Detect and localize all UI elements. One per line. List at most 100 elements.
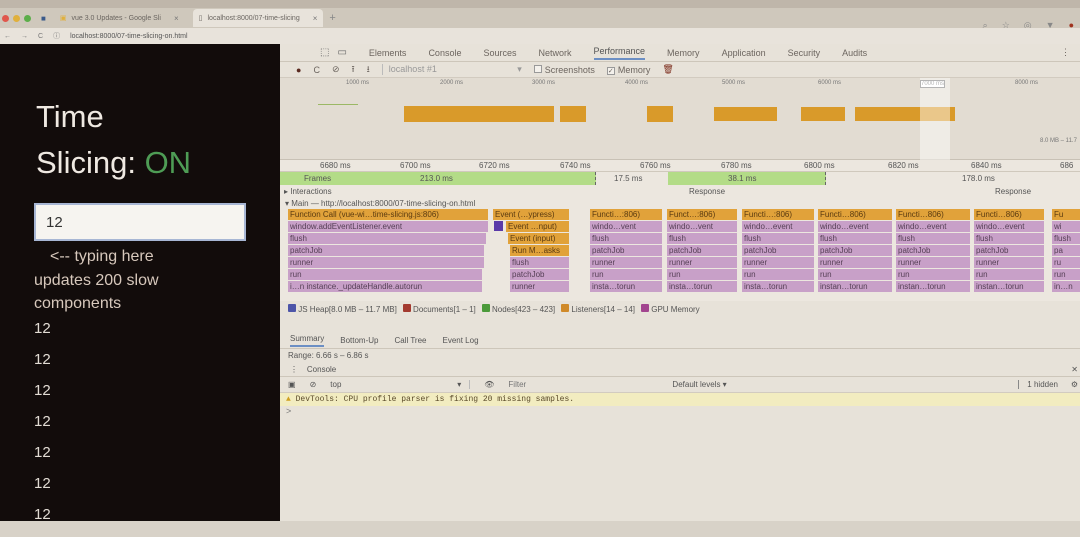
flame-entry[interactable]: flush (667, 233, 737, 244)
flame-entry[interactable]: windo…event (974, 221, 1044, 232)
flame-entry[interactable]: i…n instance._updateHandle.autorun (288, 281, 482, 292)
flame-entry[interactable]: runner (288, 257, 484, 268)
browser-tab-localhost[interactable]: ▯ localhost:8000/07-time-slicing × (192, 9, 324, 27)
profile-select[interactable]: localhost #1 ▾ (381, 64, 522, 75)
extension-icon[interactable]: ■ (41, 14, 46, 23)
tab-call-tree[interactable]: Call Tree (394, 336, 426, 345)
tab-event-log[interactable]: Event Log (442, 336, 478, 345)
flame-entry[interactable]: patchJob (288, 245, 484, 256)
tab-bottom-up[interactable]: Bottom-Up (340, 336, 378, 345)
flame-entry[interactable]: window.addEventListener.event (288, 221, 488, 232)
flame-entry[interactable]: patchJob (510, 269, 569, 280)
flame-entry[interactable]: instan…torun (818, 281, 892, 292)
flame-entry[interactable]: Function Call (vue-wi…time-slicing.js:80… (288, 209, 488, 220)
tab-elements[interactable]: Elements (369, 48, 407, 58)
interactions-track[interactable]: ▸ Interactions Response Response (280, 185, 1080, 199)
flame-entry[interactable]: ru (1052, 257, 1080, 268)
flame-entry[interactable]: flush (742, 233, 814, 244)
log-levels-select[interactable]: Default levels ▾ (672, 380, 726, 389)
live-expression-icon[interactable]: 👁 (484, 380, 494, 389)
record-button[interactable]: ● (296, 65, 301, 75)
flame-entry[interactable]: flush (510, 257, 569, 268)
flame-entry[interactable]: windo…event (742, 221, 814, 232)
device-toolbar-icon[interactable]: ▭ (337, 47, 346, 58)
minimize-window-button[interactable] (13, 14, 20, 22)
flame-entry[interactable]: flush (818, 233, 892, 244)
flame-entry[interactable]: Functi…806) (818, 209, 892, 220)
flame-entry[interactable]: flush (974, 233, 1044, 244)
clear-button[interactable]: ⊘ (332, 64, 340, 75)
flame-entry[interactable]: runner (510, 281, 569, 292)
flame-entry[interactable]: runner (974, 257, 1044, 268)
context-select[interactable]: top ▾ (330, 380, 471, 389)
flame-entry[interactable]: runner (742, 257, 814, 268)
typing-input[interactable] (34, 203, 246, 241)
more-options-icon[interactable]: ⋮ (1061, 47, 1070, 58)
main-thread-header[interactable]: ▾ Main — http://localhost:8000/07-time-s… (280, 199, 1080, 209)
flame-entry[interactable]: windo…event (896, 221, 970, 232)
timeline-overview[interactable]: 1000 ms 2000 ms 3000 ms 4000 ms 5000 ms … (280, 78, 1080, 160)
flame-entry[interactable]: Fu (1052, 209, 1080, 220)
flame-entry[interactable]: windo…vent (590, 221, 662, 232)
reload-icon[interactable]: C (38, 33, 43, 40)
flame-entry[interactable]: Functi…:806) (590, 209, 662, 220)
flame-entry[interactable]: Functi…806) (974, 209, 1044, 220)
flame-entry[interactable]: runner (896, 257, 970, 268)
counter-documents[interactable]: Documents[1 – 1] (402, 304, 476, 314)
flame-entry[interactable]: instan…torun (974, 281, 1044, 292)
close-tab-icon[interactable]: × (174, 14, 179, 23)
flame-entry[interactable]: flush (1052, 233, 1080, 244)
screenshots-checkbox[interactable]: Screenshots (533, 64, 595, 75)
flame-entry[interactable]: run (1052, 269, 1080, 280)
flame-entry[interactable]: instan…torun (896, 281, 970, 292)
save-profile-button[interactable]: ⭳ (367, 62, 370, 78)
flame-entry[interactable]: Run M…asks (510, 245, 569, 256)
tab-memory[interactable]: Memory (667, 48, 700, 58)
flame-entry[interactable]: run (896, 269, 970, 280)
flame-entry[interactable]: runner (667, 257, 737, 268)
console-filter-input[interactable] (508, 380, 659, 389)
flame-entry[interactable]: patchJob (818, 245, 892, 256)
forward-icon[interactable]: → (21, 33, 28, 40)
flame-entry[interactable]: Event (…ypress) (493, 209, 569, 220)
tab-summary[interactable]: Summary (290, 334, 325, 347)
tab-audits[interactable]: Audits (842, 48, 867, 58)
load-profile-button[interactable]: ⭱ (351, 62, 354, 78)
flame-entry[interactable]: Event (input) (508, 233, 569, 244)
close-drawer-icon[interactable]: ✕ (1071, 363, 1078, 377)
drawer-menu-icon[interactable]: ⋮ (290, 365, 298, 374)
flame-entry[interactable]: wi (1052, 221, 1080, 232)
flame-entry[interactable]: runner (590, 257, 662, 268)
tab-security[interactable]: Security (788, 48, 821, 58)
garbage-collect-icon[interactable]: 🗑 (662, 64, 673, 75)
flame-entry[interactable]: patchJob (974, 245, 1044, 256)
clear-console-icon[interactable]: ⊘ (310, 380, 317, 389)
flame-entry[interactable]: run (742, 269, 814, 280)
flame-entry[interactable]: in…n (1052, 281, 1080, 292)
frames-track[interactable]: Frames 213.0 ms 17.5 ms 38.1 ms 178.0 ms (280, 172, 1080, 185)
interactions-toggle[interactable]: ▸ Interactions (284, 187, 332, 196)
flame-entry[interactable]: Functi…:806) (742, 209, 814, 220)
console-prompt[interactable]: > (280, 406, 1080, 416)
flame-entry[interactable]: patchJob (590, 245, 662, 256)
tab-network[interactable]: Network (539, 48, 572, 58)
counter-js-heap[interactable]: JS Heap[8.0 MB – 11.7 MB] (288, 304, 397, 314)
reload-profile-button[interactable]: C (313, 65, 320, 75)
back-icon[interactable]: ← (4, 33, 11, 40)
flame-entry[interactable]: patchJob (742, 245, 814, 256)
tab-console[interactable]: Console (428, 48, 461, 58)
flame-entry[interactable]: insta…torun (742, 281, 814, 292)
flame-entry[interactable]: run (818, 269, 892, 280)
console-settings-icon[interactable]: ⚙ (1071, 380, 1078, 389)
flame-entry[interactable]: run (974, 269, 1044, 280)
flame-entry[interactable]: windo…vent (667, 221, 737, 232)
counter-nodes[interactable]: Nodes[423 – 423] (481, 304, 555, 314)
flame-entry[interactable]: patchJob (896, 245, 970, 256)
close-tab-icon[interactable]: × (313, 14, 318, 23)
flame-entry[interactable]: run (667, 269, 737, 280)
flame-entry[interactable]: Functi…806) (896, 209, 970, 220)
flame-entry[interactable]: Funct…:806) (667, 209, 737, 220)
flame-entry[interactable]: pa (1052, 245, 1080, 256)
browser-tab-slides[interactable]: ▣ vue 3.0 Updates - Google Sli × (54, 9, 185, 27)
selection-window[interactable] (920, 78, 950, 160)
